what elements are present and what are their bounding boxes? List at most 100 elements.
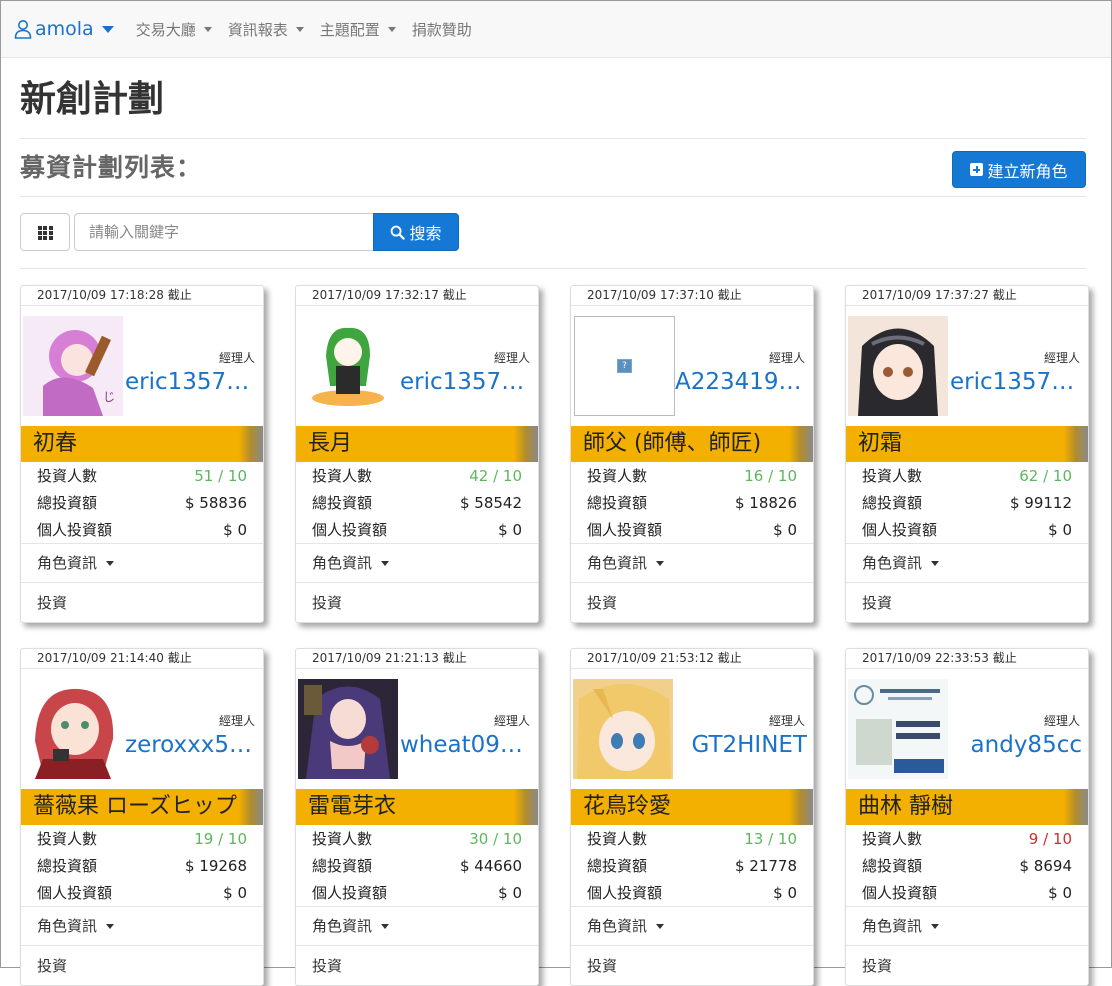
top-navbar: amola 交易大廳 資訊報表 主題配置 捐款贊助	[1, 1, 1111, 58]
nav-item-donate[interactable]: 捐款贊助	[412, 19, 472, 40]
manager-name-link[interactable]: eric13579...	[400, 369, 532, 395]
character-avatar[interactable]: ?	[574, 316, 675, 416]
page-title: 新創計劃	[20, 79, 165, 120]
character-avatar[interactable]	[573, 679, 673, 779]
card-deadline: 2017/10/09 22:33:53 截止	[846, 649, 1088, 669]
search-input[interactable]	[74, 213, 373, 251]
invest-button[interactable]: 投資	[21, 946, 263, 985]
stat-label: 個人投資額	[37, 521, 113, 539]
campaign-card: 2017/10/09 17:37:27 截止 經理人 eric13579... …	[845, 285, 1089, 623]
chevron-down-icon	[930, 561, 939, 566]
invest-button[interactable]: 投資	[21, 583, 263, 622]
card-header: ? 經理人 A22341927	[571, 306, 813, 426]
invest-button[interactable]: 投資	[846, 583, 1088, 622]
investor-count: 51 / 10	[194, 467, 247, 485]
character-avatar[interactable]	[298, 316, 398, 416]
nav-item-reports[interactable]: 資訊報表	[228, 19, 304, 40]
role-info-dropdown[interactable]: 角色資訊	[846, 544, 1088, 583]
stat-label: 個人投資額	[862, 521, 938, 539]
plus-square-icon	[970, 163, 984, 176]
manager-name-link[interactable]: eric13579...	[125, 369, 257, 395]
create-character-button[interactable]: 建立新角色	[952, 151, 1086, 188]
role-info-label: 角色資訊	[312, 917, 373, 935]
personal-investment: $ 0	[1048, 884, 1072, 902]
personal-investment: $ 0	[223, 884, 247, 902]
role-info-dropdown[interactable]: 角色資訊	[296, 544, 538, 583]
campaign-card: 2017/10/09 22:33:53 截止 經理人 andy85cc 曲林 靜…	[845, 648, 1089, 986]
character-avatar[interactable]	[848, 679, 948, 779]
investor-count: 13 / 10	[744, 830, 797, 848]
campaign-card-grid: 2017/10/09 17:18:28 截止 じ 經理人 eric13579..…	[20, 269, 1089, 986]
card-stats: 投資人數 30 / 10 總投資額 $ 44660 個人投資額 $ 0	[296, 825, 538, 907]
campaign-card: 2017/10/09 21:21:13 截止 經理人 wheat090... 雷…	[295, 648, 539, 986]
role-info-label: 角色資訊	[37, 554, 98, 572]
stat-personal: 個人投資額 $ 0	[37, 518, 247, 545]
total-investment: $ 58542	[459, 494, 522, 512]
nav-item-theme[interactable]: 主題配置	[320, 19, 396, 40]
stat-total: 總投資額 $ 21778	[587, 854, 797, 881]
campaign-card: 2017/10/09 17:37:10 截止 ? 經理人 A22341927 師…	[570, 285, 814, 623]
manager-name-link[interactable]: GT2HINET	[675, 732, 807, 758]
personal-investment: $ 0	[498, 884, 522, 902]
manager-name-link[interactable]: A22341927	[675, 369, 807, 395]
role-info-dropdown[interactable]: 角色資訊	[21, 544, 263, 583]
character-avatar[interactable]	[298, 679, 398, 779]
card-stats: 投資人數 51 / 10 總投資額 $ 58836 個人投資額 $ 0	[21, 462, 263, 544]
card-header: 經理人 GT2HINET	[571, 669, 813, 789]
total-investment: $ 58836	[184, 494, 247, 512]
invest-button[interactable]: 投資	[296, 946, 538, 985]
stat-label: 個人投資額	[312, 521, 388, 539]
manager-name-link[interactable]: eric13579...	[950, 369, 1082, 395]
role-info-label: 角色資訊	[587, 554, 648, 572]
campaign-card: 2017/10/09 17:32:17 截止 經理人 eric13579... …	[295, 285, 539, 623]
role-info-dropdown[interactable]: 角色資訊	[846, 907, 1088, 946]
card-stats: 投資人數 42 / 10 總投資額 $ 58542 個人投資額 $ 0	[296, 462, 538, 544]
role-info-dropdown[interactable]: 角色資訊	[571, 544, 813, 583]
grid-view-button[interactable]	[20, 213, 70, 251]
stat-label: 個人投資額	[862, 884, 938, 902]
character-avatar[interactable]	[848, 316, 948, 416]
manager-name-link[interactable]: zeroxxx55...	[125, 732, 257, 758]
character-avatar[interactable]: じ	[23, 316, 123, 416]
character-avatar[interactable]	[23, 679, 123, 779]
investor-count: 19 / 10	[194, 830, 247, 848]
invest-button[interactable]: 投資	[846, 946, 1088, 985]
stat-investors: 投資人數 16 / 10	[587, 464, 797, 491]
stat-label: 總投資額	[587, 494, 648, 512]
grid-icon	[37, 226, 53, 240]
role-info-dropdown[interactable]: 角色資訊	[21, 907, 263, 946]
chevron-down-icon	[930, 924, 939, 929]
total-investment: $ 18826	[734, 494, 797, 512]
nav-item-trading-hall[interactable]: 交易大廳	[136, 19, 212, 40]
stat-label: 個人投資額	[37, 884, 113, 902]
card-deadline: 2017/10/09 21:53:12 截止	[571, 649, 813, 669]
stat-total: 總投資額 $ 58542	[312, 491, 522, 518]
role-info-dropdown[interactable]: 角色資訊	[571, 907, 813, 946]
stat-investors: 投資人數 62 / 10	[862, 464, 1072, 491]
invest-button[interactable]: 投資	[571, 946, 813, 985]
chevron-down-icon	[387, 26, 396, 32]
manager-label: 經理人	[1043, 714, 1080, 728]
total-investment: $ 21778	[734, 857, 797, 875]
card-deadline: 2017/10/09 21:14:40 截止	[21, 649, 263, 669]
invest-button[interactable]: 投資	[571, 583, 813, 622]
stat-label: 個人投資額	[587, 884, 663, 902]
character-name: 雷電芽衣	[296, 789, 538, 825]
invest-button[interactable]: 投資	[296, 583, 538, 622]
search-button[interactable]: 搜索	[373, 213, 459, 251]
stat-total: 總投資額 $ 44660	[312, 854, 522, 881]
card-header: 經理人 eric13579...	[846, 306, 1088, 426]
manager-name-link[interactable]: andy85cc	[950, 732, 1082, 758]
role-info-dropdown[interactable]: 角色資訊	[296, 907, 538, 946]
card-deadline: 2017/10/09 17:37:27 截止	[846, 286, 1088, 306]
personal-investment: $ 0	[223, 521, 247, 539]
card-stats: 投資人數 16 / 10 總投資額 $ 18826 個人投資額 $ 0	[571, 462, 813, 544]
section-title: 募資計劃列表：	[20, 153, 203, 182]
character-name: 師父 (師傅、師匠)	[571, 426, 813, 462]
brand-username: amola	[35, 18, 94, 40]
user-menu[interactable]: amola	[14, 18, 114, 40]
manager-label: 經理人	[218, 714, 255, 728]
manager-name-link[interactable]: wheat090...	[400, 732, 532, 758]
nav-item-label: 主題配置	[319, 20, 380, 39]
total-investment: $ 19268	[184, 857, 247, 875]
